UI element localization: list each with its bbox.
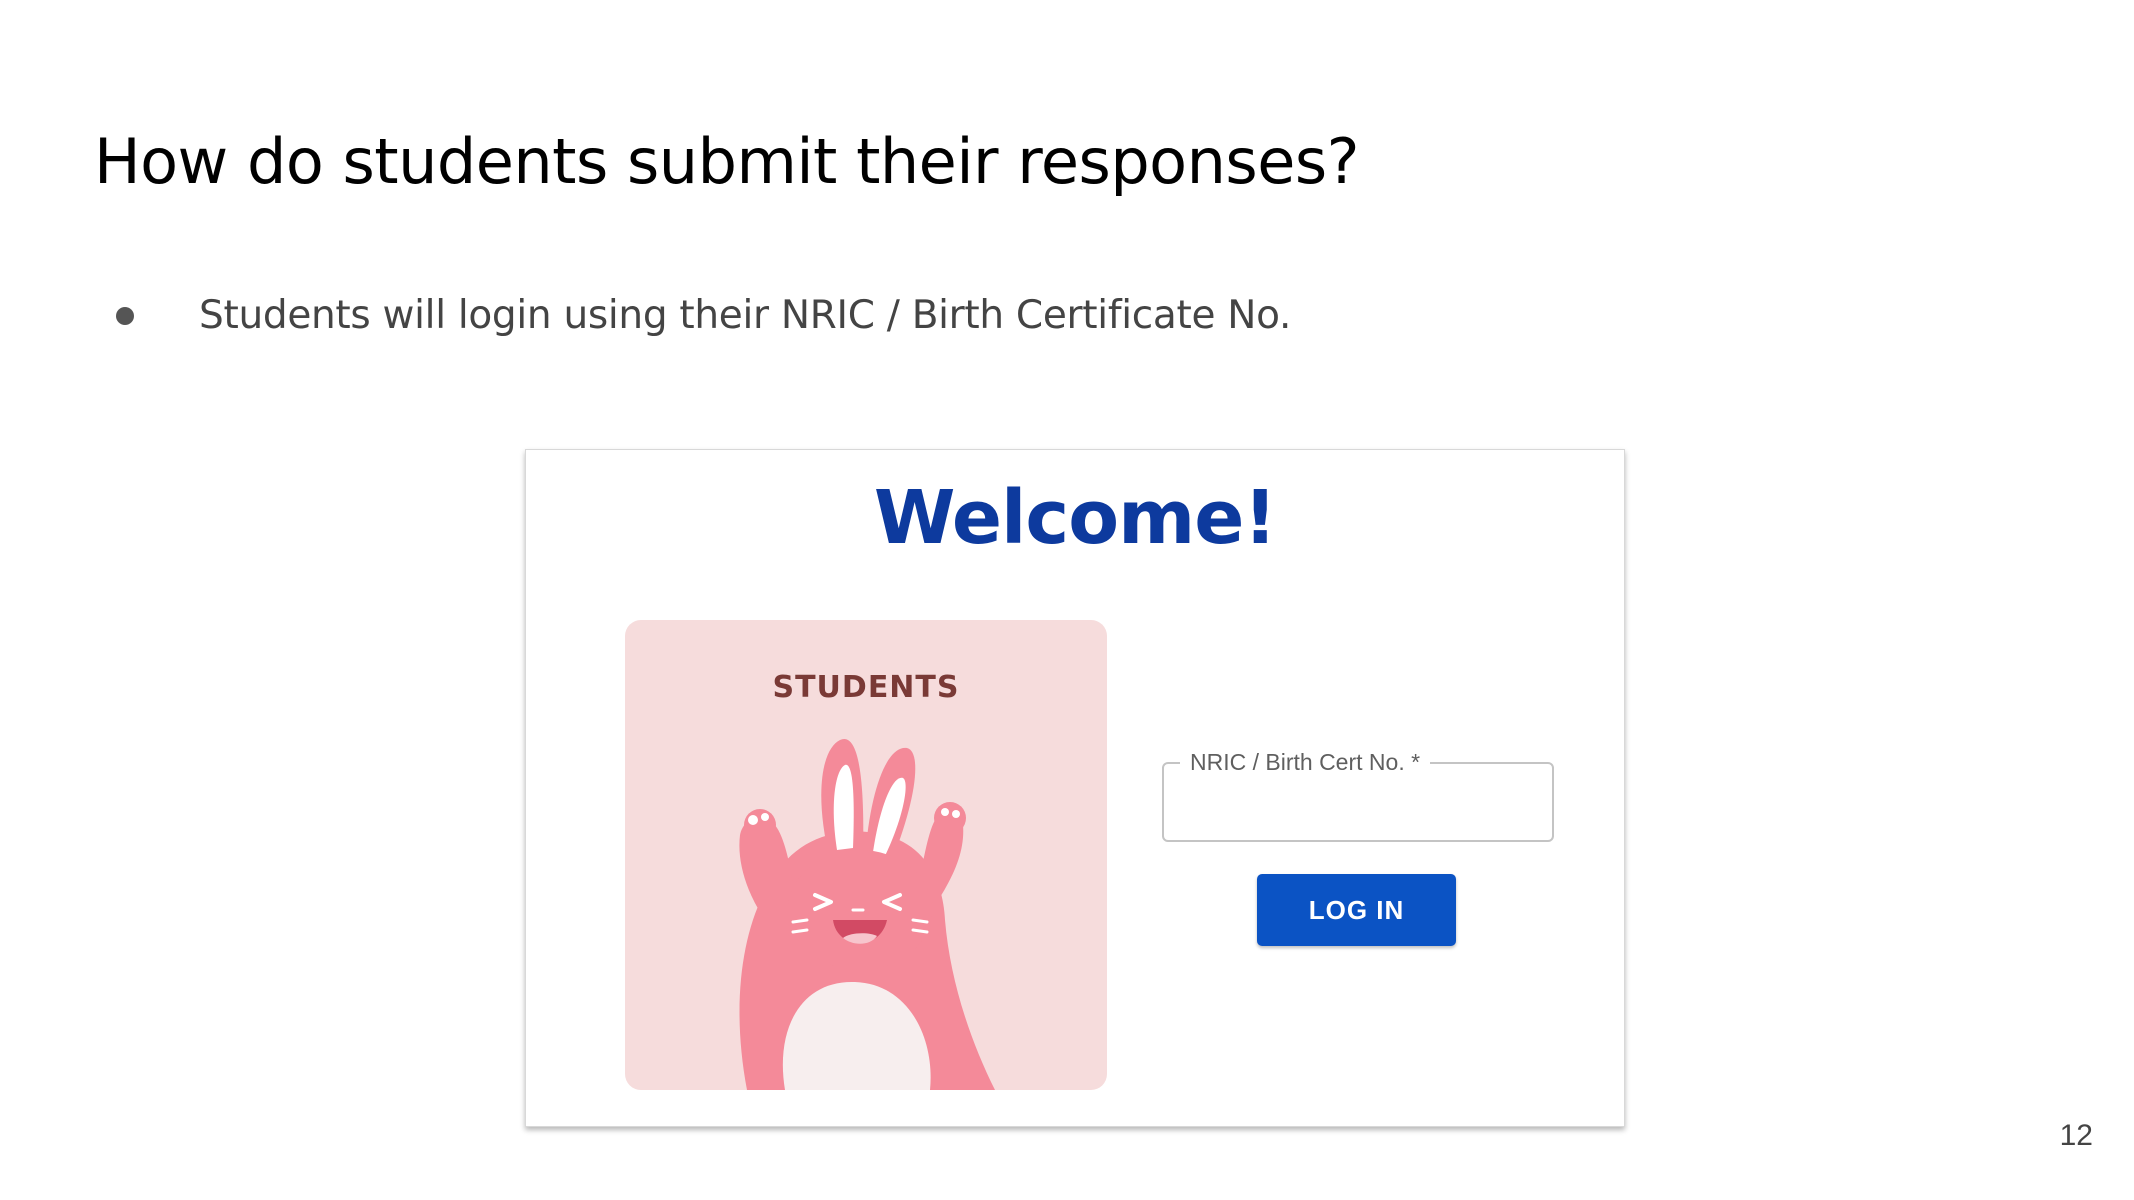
bullet-dot-icon — [116, 307, 134, 325]
students-label: STUDENTS — [772, 670, 960, 705]
nric-field-label: NRIC / Birth Cert No. * — [1180, 748, 1431, 776]
nric-input[interactable] — [1178, 782, 1532, 824]
page-number: 12 — [2059, 1119, 2093, 1152]
bullet-text: Students will login using their NRIC / B… — [199, 293, 1292, 338]
login-button[interactable]: LOG IN — [1257, 874, 1456, 946]
slide-title: How do students submit their responses? — [94, 125, 1360, 198]
nric-field[interactable]: NRIC / Birth Cert No. * — [1162, 748, 1554, 842]
login-screenshot: Welcome! STUDENTS NRIC / Birth Cert No. … — [525, 449, 1625, 1127]
students-panel[interactable]: STUDENTS — [625, 620, 1107, 1090]
bullet-item: Students will login using their NRIC / B… — [116, 288, 1291, 344]
welcome-heading: Welcome! — [873, 475, 1277, 561]
